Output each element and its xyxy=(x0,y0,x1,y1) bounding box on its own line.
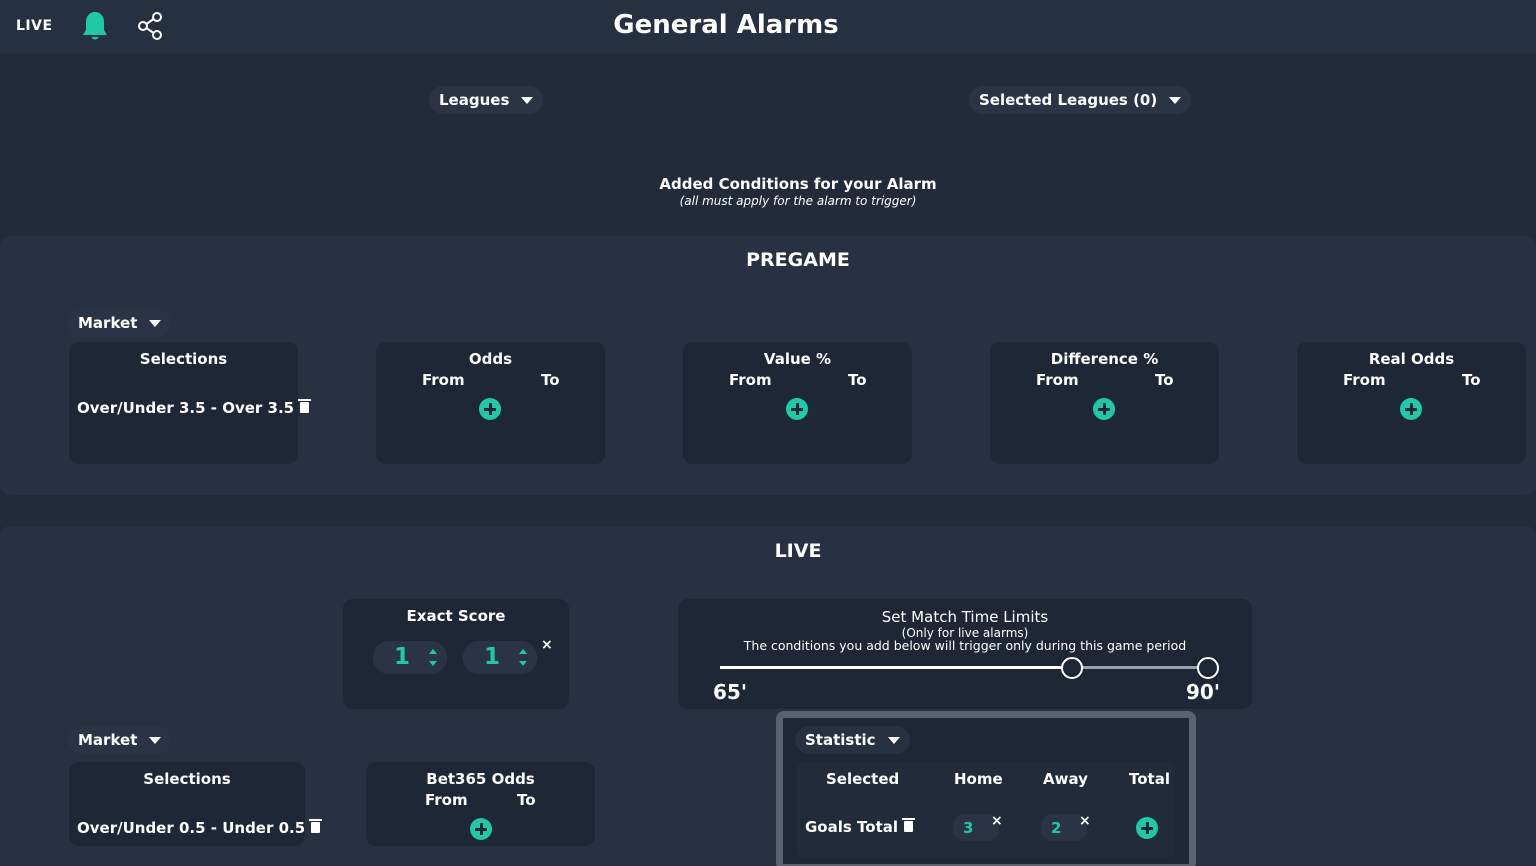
add-icon[interactable] xyxy=(1093,398,1115,420)
time-from-label: 65' xyxy=(713,680,747,704)
from-label: From xyxy=(729,371,772,389)
odds-card: Odds From To xyxy=(376,342,605,464)
chevron-down-icon xyxy=(521,96,534,104)
time-slider-fill xyxy=(720,666,1073,669)
selection-item: Over/Under 0.5 - Under 0.5 xyxy=(77,819,323,837)
header-selected: Selected xyxy=(826,770,900,788)
add-icon[interactable] xyxy=(1400,398,1422,420)
conditions-title: Added Conditions for your Alarm xyxy=(659,175,937,193)
home-score-value: 1 xyxy=(393,644,410,670)
to-label: To xyxy=(517,791,536,809)
chevron-down-icon xyxy=(149,736,162,744)
to-label: To xyxy=(1462,371,1481,389)
card-title: Real Odds xyxy=(1368,350,1455,368)
card-title: Bet365 Odds xyxy=(426,770,535,788)
time-limits-card: Set Match Time Limits (Only for live ala… xyxy=(678,599,1252,709)
increment-icon[interactable] xyxy=(519,649,527,654)
selected-leagues-dropdown[interactable]: Selected Leagues (0) xyxy=(969,86,1192,114)
header-away: Away xyxy=(1043,770,1088,788)
close-icon[interactable]: × xyxy=(1079,814,1091,828)
add-icon[interactable] xyxy=(479,398,501,420)
card-title: Value % xyxy=(763,350,832,368)
trash-icon[interactable] xyxy=(298,399,312,413)
leagues-dropdown[interactable]: Leagues xyxy=(429,86,544,114)
statistic-name-label: Goals Total xyxy=(805,818,899,836)
pregame-selections-card: Selections Over/Under 3.5 - Over 3.5 xyxy=(69,342,312,464)
selection-label: Over/Under 3.5 - Over 3.5 xyxy=(77,399,295,417)
exact-score-card: Exact Score 1 1 × xyxy=(343,599,569,709)
time-to-label: 90' xyxy=(1186,680,1220,704)
away-stat-value: 2 xyxy=(1051,818,1062,837)
card-title: Selections xyxy=(143,770,231,788)
from-label: From xyxy=(1343,371,1386,389)
add-icon[interactable] xyxy=(786,398,808,420)
card-title: Selections xyxy=(139,350,228,368)
live-selections-card: Selections Over/Under 0.5 - Under 0.5 xyxy=(69,762,323,846)
selected-leagues-label: Selected Leagues (0) xyxy=(979,91,1158,109)
live-title: LIVE xyxy=(774,540,822,562)
trash-icon[interactable] xyxy=(902,818,916,832)
decrement-icon[interactable] xyxy=(429,661,437,666)
page-title: General Alarms xyxy=(613,10,839,40)
to-label: To xyxy=(541,371,560,389)
leagues-dropdown-label: Leagues xyxy=(439,91,510,109)
real-odds-card: Real Odds From To xyxy=(1297,342,1526,464)
chevron-down-icon xyxy=(1169,96,1182,104)
home-score-stepper[interactable]: 1 xyxy=(373,641,447,674)
market-dropdown-label: Market xyxy=(78,731,138,749)
market-dropdown-label: Market xyxy=(78,314,138,332)
from-label: From xyxy=(422,371,465,389)
away-score-value: 1 xyxy=(483,644,500,670)
difference-card: Difference % From To xyxy=(990,342,1219,464)
bet365-odds-card: Bet365 Odds From To xyxy=(366,762,595,846)
card-title: Odds xyxy=(468,350,513,368)
pregame-title: PREGAME xyxy=(746,249,850,271)
conditions-subtitle: (all must apply for the alarm to trigger… xyxy=(679,194,917,208)
chevron-down-icon xyxy=(149,319,162,327)
card-title: Difference % xyxy=(1050,350,1159,368)
away-score-stepper[interactable]: 1 xyxy=(463,641,537,674)
pregame-market-dropdown[interactable]: Market xyxy=(68,309,172,337)
value-card: Value % From To xyxy=(683,342,912,464)
header-total: Total xyxy=(1129,770,1170,788)
statistic-row-name: Goals Total xyxy=(805,818,916,836)
time-limits-description: The conditions you add below will trigge… xyxy=(743,638,1187,653)
add-icon[interactable] xyxy=(1136,817,1158,839)
card-title: Exact Score xyxy=(406,607,506,625)
increment-icon[interactable] xyxy=(429,649,437,654)
close-icon[interactable]: × xyxy=(991,814,1003,828)
header-home: Home xyxy=(954,770,1003,788)
add-icon[interactable] xyxy=(470,818,492,840)
time-slider-to-handle[interactable] xyxy=(1197,657,1219,679)
from-label: From xyxy=(1036,371,1079,389)
chevron-down-icon xyxy=(887,736,900,744)
live-market-dropdown[interactable]: Market xyxy=(68,726,172,754)
from-label: From xyxy=(425,791,468,809)
decrement-icon[interactable] xyxy=(519,661,527,666)
selection-item: Over/Under 3.5 - Over 3.5 xyxy=(77,399,312,417)
statistic-dropdown[interactable]: Statistic xyxy=(795,726,910,754)
selection-label: Over/Under 0.5 - Under 0.5 xyxy=(77,819,306,837)
home-stat-value: 3 xyxy=(963,818,974,837)
trash-icon[interactable] xyxy=(309,819,323,833)
to-label: To xyxy=(1155,371,1174,389)
statistic-dropdown-label: Statistic xyxy=(805,731,876,749)
close-icon[interactable]: × xyxy=(541,638,553,652)
to-label: To xyxy=(848,371,867,389)
time-limits-title: Set Match Time Limits xyxy=(881,608,1049,626)
